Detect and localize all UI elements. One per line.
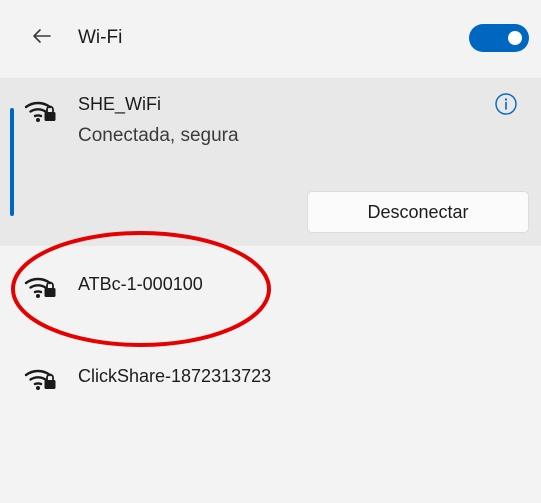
connected-network-panel[interactable]: SHE_WiFi Conectada, segura Desconectar xyxy=(0,78,541,246)
network-item[interactable]: ATBc-1-000100 xyxy=(0,252,541,318)
connection-status: Conectada, segura xyxy=(78,125,239,146)
wifi-secure-icon xyxy=(24,101,56,122)
page-title: Wi-Fi xyxy=(78,27,123,48)
back-arrow-icon[interactable] xyxy=(28,22,56,50)
wifi-toggle[interactable] xyxy=(469,24,529,52)
network-item[interactable]: ClickShare-1872313723 xyxy=(0,344,541,410)
info-icon[interactable] xyxy=(494,92,518,116)
network-name: ClickShare-1872313723 xyxy=(78,366,272,386)
wifi-secure-icon xyxy=(24,277,56,298)
connected-network-name: SHE_WiFi xyxy=(78,94,162,114)
network-name: ATBc-1-000100 xyxy=(78,274,203,294)
wifi-secure-icon xyxy=(24,369,56,390)
active-indicator xyxy=(10,108,14,216)
toggle-knob xyxy=(508,31,522,45)
disconnect-button[interactable]: Desconectar xyxy=(307,191,529,233)
wifi-header: Wi-Fi xyxy=(0,0,541,78)
